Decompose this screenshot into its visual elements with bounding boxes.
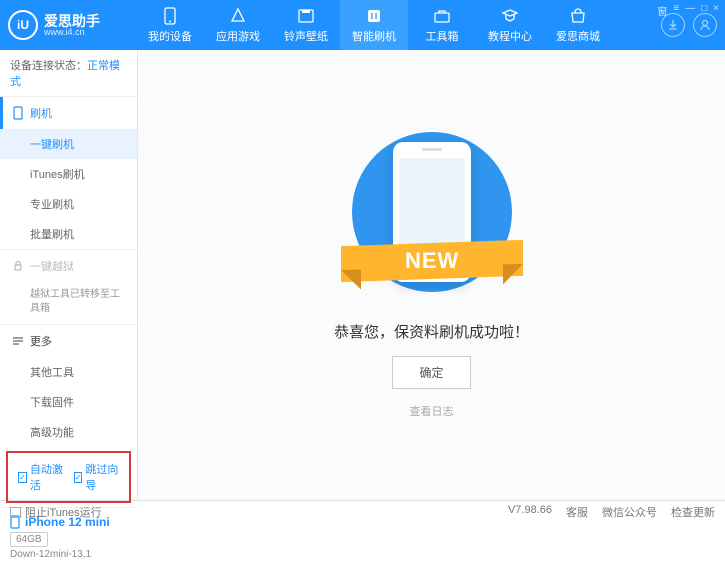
footer-right: V7.98.66 客服 微信公众号 检查更新 <box>508 504 715 520</box>
check-label: 跳过向导 <box>85 461 119 493</box>
lock-icon <box>12 260 24 272</box>
update-link[interactable]: 检查更新 <box>671 504 715 520</box>
main-nav: 我的设备 应用游戏 铃声壁纸 智能刷机 工具箱 教程中心 爱思商城 <box>136 0 661 50</box>
section-flash: 刷机 一键刷机 iTunes刷机 专业刷机 批量刷机 <box>0 97 137 250</box>
nav-label: 教程中心 <box>488 28 532 44</box>
pin-icon[interactable]: 窗 <box>657 3 667 18</box>
sidebar-item-pro[interactable]: 专业刷机 <box>0 189 137 219</box>
nav-toolbox[interactable]: 工具箱 <box>408 0 476 50</box>
checkbox-block-itunes[interactable]: 阻止iTunes运行 <box>10 504 102 520</box>
sidebar-item-other[interactable]: 其他工具 <box>0 357 137 387</box>
maximize-icon[interactable]: □ <box>701 3 707 18</box>
nav-tutorials[interactable]: 教程中心 <box>476 0 544 50</box>
more-icon <box>12 336 24 346</box>
sidebar: 设备连接状态：正常模式 刷机 一键刷机 iTunes刷机 专业刷机 批量刷机 一… <box>0 50 138 500</box>
window-controls: 窗 ≡ — □ × <box>657 3 719 18</box>
main-area: 设备连接状态：正常模式 刷机 一键刷机 iTunes刷机 专业刷机 批量刷机 一… <box>0 50 725 500</box>
view-log-link[interactable]: 查看日志 <box>410 403 454 419</box>
section-flash-header[interactable]: 刷机 <box>0 97 137 129</box>
option-checks-highlighted: ✓ 自动激活 ✓ 跳过向导 <box>6 451 131 503</box>
toolbox-icon <box>432 7 452 25</box>
wallpaper-icon <box>296 7 316 25</box>
device-meta: Down-12mini-13,1 <box>10 549 127 560</box>
success-message: 恭喜您，保资料刷机成功啦！ <box>334 321 529 342</box>
check-icon: ✓ <box>74 472 83 483</box>
section-title: 一键越狱 <box>30 258 74 274</box>
app-url: www.i4.cn <box>44 28 100 37</box>
tutorial-icon <box>500 7 520 25</box>
menu-icon[interactable]: ≡ <box>673 3 679 18</box>
check-label: 自动激活 <box>30 461 64 493</box>
section-more-header[interactable]: 更多 <box>0 325 137 357</box>
nav-label: 工具箱 <box>426 28 459 44</box>
logo-icon: iU <box>8 10 38 40</box>
minimize-icon[interactable]: — <box>685 3 695 18</box>
sidebar-item-advanced[interactable]: 高级功能 <box>0 417 137 447</box>
jailbreak-note: 越狱工具已转移至工具箱 <box>0 282 137 324</box>
store-icon <box>568 7 588 25</box>
nav-label: 应用游戏 <box>216 28 260 44</box>
flash-icon <box>364 7 384 25</box>
status-label: 设备连接状态： <box>10 60 87 72</box>
checkbox-skip-guide[interactable]: ✓ 跳过向导 <box>74 461 120 493</box>
section-more: 更多 其他工具 下载固件 高级功能 <box>0 325 137 447</box>
success-illustration: NEW <box>347 132 517 307</box>
nav-label: 智能刷机 <box>352 28 396 44</box>
service-link[interactable]: 客服 <box>566 504 588 520</box>
ribbon-text: NEW <box>404 248 458 274</box>
nav-label: 我的设备 <box>148 28 192 44</box>
check-icon <box>10 507 21 518</box>
section-jailbreak-header[interactable]: 一键越狱 <box>0 250 137 282</box>
phone-small-icon <box>12 106 24 120</box>
titlebar: 窗 ≡ — □ × iU 爱思助手 www.i4.cn 我的设备 应用游戏 铃声… <box>0 0 725 50</box>
connection-status: 设备连接状态：正常模式 <box>0 50 137 97</box>
confirm-button[interactable]: 确定 <box>392 356 470 389</box>
logo[interactable]: iU 爱思助手 www.i4.cn <box>8 10 136 40</box>
sidebar-item-oneclick[interactable]: 一键刷机 <box>0 129 137 159</box>
apps-icon <box>228 7 248 25</box>
check-icon: ✓ <box>18 472 27 483</box>
phone-icon <box>160 7 180 25</box>
device-storage: 64GB <box>10 532 48 547</box>
version-label: V7.98.66 <box>508 504 552 520</box>
nav-my-device[interactable]: 我的设备 <box>136 0 204 50</box>
close-icon[interactable]: × <box>713 3 719 18</box>
app-title: 爱思助手 <box>44 14 100 28</box>
sidebar-item-itunes[interactable]: iTunes刷机 <box>0 159 137 189</box>
new-ribbon: NEW <box>341 239 523 281</box>
sidebar-item-download[interactable]: 下载固件 <box>0 387 137 417</box>
section-title: 更多 <box>30 333 52 349</box>
nav-ringtones[interactable]: 铃声壁纸 <box>272 0 340 50</box>
checkbox-auto-activate[interactable]: ✓ 自动激活 <box>18 461 64 493</box>
nav-apps[interactable]: 应用游戏 <box>204 0 272 50</box>
section-title: 刷机 <box>30 105 52 121</box>
nav-label: 爱思商城 <box>556 28 600 44</box>
nav-label: 铃声壁纸 <box>284 28 328 44</box>
nav-store[interactable]: 爱思商城 <box>544 0 612 50</box>
nav-flash[interactable]: 智能刷机 <box>340 0 408 50</box>
section-jailbreak: 一键越狱 越狱工具已转移至工具箱 <box>0 250 137 325</box>
check-label: 阻止iTunes运行 <box>25 504 102 520</box>
sidebar-item-batch[interactable]: 批量刷机 <box>0 219 137 249</box>
wechat-link[interactable]: 微信公众号 <box>602 504 657 520</box>
content-area: NEW 恭喜您，保资料刷机成功啦！ 确定 查看日志 <box>138 50 725 500</box>
